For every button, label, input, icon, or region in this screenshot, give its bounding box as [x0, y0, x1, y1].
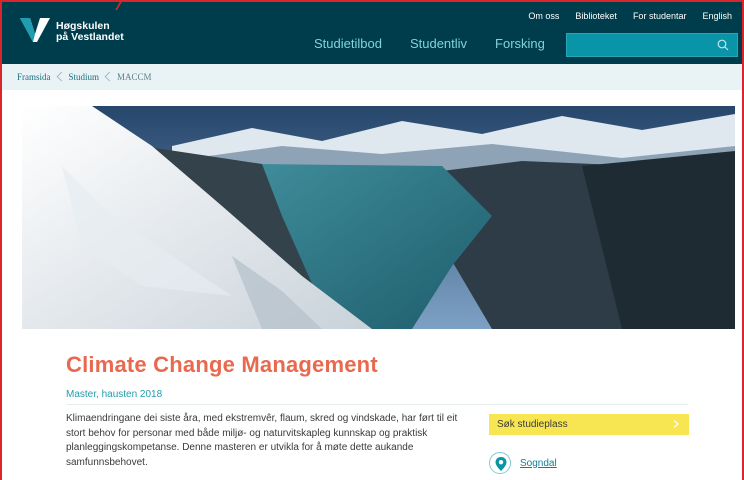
- hero-image: [22, 106, 735, 329]
- search-icon[interactable]: [717, 39, 729, 51]
- chevron-right-icon: [673, 420, 679, 428]
- logo-name-line2: på Vestlandet: [56, 31, 124, 43]
- nav-item-forsking[interactable]: Forsking: [495, 36, 545, 51]
- breadcrumb-separator-icon: [57, 71, 63, 83]
- breadcrumb-separator-icon: [105, 71, 111, 83]
- intro-text: Klimaendringane dei siste åra, med ekstr…: [66, 413, 458, 468]
- util-link-english[interactable]: English: [702, 11, 732, 21]
- breadcrumb-item-studium[interactable]: Studium: [69, 72, 100, 82]
- search-box: [566, 33, 738, 57]
- location-pin-icon: [489, 452, 511, 474]
- apply-button[interactable]: Søk studieplass: [489, 414, 689, 435]
- hvl-logo[interactable]: Høgskulen på Vestlandet: [20, 12, 140, 46]
- util-link-for-studentar[interactable]: For studentar: [633, 11, 687, 21]
- breadcrumb-item-framsida[interactable]: Framsida: [17, 72, 51, 82]
- nav-item-studietilbod[interactable]: Studietilbod: [314, 36, 382, 51]
- util-link-om-oss[interactable]: Om oss: [528, 11, 559, 21]
- breadcrumb-item-current: MACCM: [117, 72, 152, 82]
- nav-item-studentliv[interactable]: Studentliv: [410, 36, 467, 51]
- hvl-logo-mark-icon: [20, 18, 50, 42]
- location-link[interactable]: Sogndal: [520, 458, 557, 469]
- page-title: Climate Change Management: [66, 352, 378, 377]
- divider: [66, 404, 688, 405]
- campus-location[interactable]: Sogndal: [489, 452, 557, 474]
- main-nav: Studietilbod Studentliv Forsking: [314, 36, 545, 51]
- breadcrumb: Framsida Studium MACCM: [2, 64, 742, 90]
- fjord-landscape-photo: [22, 106, 735, 329]
- search-input[interactable]: [567, 34, 713, 56]
- apply-button-label: Søk studieplass: [497, 419, 568, 430]
- utility-nav: Om oss Biblioteket For studentar English: [528, 11, 732, 21]
- util-link-biblioteket[interactable]: Biblioteket: [575, 11, 617, 21]
- program-subtitle: Master, hausten 2018: [66, 389, 163, 400]
- site-header: Høgskulen på Vestlandet Om oss Bibliotek…: [2, 2, 742, 64]
